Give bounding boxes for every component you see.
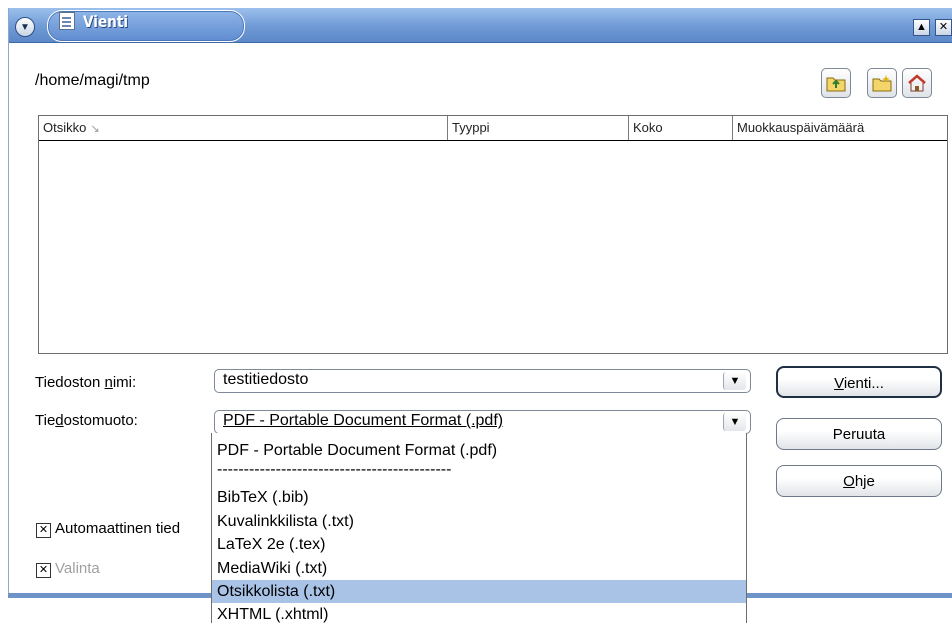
sort-indicator-icon: ↘	[90, 123, 100, 135]
format-option[interactable]: BibTeX (.bib)	[212, 486, 746, 509]
format-option[interactable]: Kuvalinkkilista (.txt)	[212, 510, 746, 533]
format-option[interactable]: LaTeX 2e (.tex)	[212, 533, 746, 556]
format-option[interactable]: PDF - Portable Document Format (.pdf)	[212, 439, 746, 462]
format-option-separator: ----------------------------------------…	[217, 463, 452, 478]
format-dropdown-arrow-icon[interactable]: ▼	[723, 413, 746, 431]
file-list[interactable]: Otsikko ↘ Tyyppi Koko Muokkauspäivämäärä	[38, 115, 948, 354]
export-label-rest: ienti...	[843, 375, 884, 392]
document-icon	[59, 12, 75, 30]
filename-dropdown-arrow-icon[interactable]: ▼	[723, 372, 746, 390]
selection-checkbox-label: Valinta	[55, 560, 100, 577]
format-label: Tiedostomuoto:	[35, 412, 138, 429]
folder-up-button[interactable]	[821, 68, 851, 98]
home-icon	[908, 74, 926, 92]
title-bar[interactable]: ▼ Vienti ▲ ✕	[9, 8, 952, 43]
export-button[interactable]: Vienti...	[776, 366, 942, 398]
format-label-mnemonic: d	[55, 412, 64, 429]
file-list-header: Otsikko ↘ Tyyppi Koko Muokkauspäivämäärä	[39, 116, 947, 141]
help-button[interactable]: Ohje	[776, 465, 942, 497]
auto-checkbox[interactable]: ✕	[36, 523, 51, 538]
window-title: Vienti	[83, 12, 129, 31]
filename-label-text: Tiedoston	[35, 374, 105, 391]
new-folder-icon	[872, 75, 892, 92]
format-select[interactable]: PDF - Portable Document Format (.pdf) ▼	[214, 410, 751, 434]
close-icon[interactable]: ✕	[935, 19, 952, 36]
column-title-label: Otsikko	[43, 120, 87, 135]
format-label-text: Tie	[35, 412, 56, 429]
column-header-title[interactable]: Otsikko ↘	[39, 116, 448, 140]
format-dropdown-list[interactable]: PDF - Portable Document Format (.pdf) --…	[211, 433, 747, 623]
filename-label: Tiedoston nimi:	[35, 374, 136, 391]
filename-value: testitiedosto	[223, 371, 309, 388]
format-value: PDF - Portable Document Format (.pdf)	[223, 412, 504, 429]
cancel-button[interactable]: Peruuta	[776, 418, 942, 450]
filename-input[interactable]: testitiedosto ▼	[214, 369, 751, 393]
format-option-selected[interactable]: Otsikkolista (.txt)	[212, 580, 746, 603]
column-header-modified[interactable]: Muokkauspäivämäärä	[733, 116, 947, 140]
selection-checkbox[interactable]: ✕	[36, 563, 51, 578]
format-label-rest: ostomuoto:	[63, 412, 138, 429]
filename-label-rest: imi:	[112, 374, 137, 391]
maximize-icon[interactable]: ▲	[913, 19, 930, 36]
window-menu-icon[interactable]: ▼	[15, 17, 35, 37]
column-header-size[interactable]: Koko	[629, 116, 733, 140]
filename-label-mnemonic: n	[104, 374, 113, 391]
help-label-mnemonic: O	[843, 473, 855, 490]
help-label-rest: hje	[854, 473, 875, 490]
format-option[interactable]: MediaWiki (.txt)	[212, 557, 746, 580]
folder-up-icon	[826, 77, 846, 92]
export-label-mnemonic: V	[834, 375, 844, 392]
auto-checkbox-label: Automaattinen tied	[55, 520, 181, 537]
current-path: /home/magi/tmp	[35, 72, 150, 89]
title-tab	[47, 10, 245, 42]
column-header-type[interactable]: Tyyppi	[448, 116, 629, 140]
new-folder-button[interactable]	[867, 68, 897, 98]
home-button[interactable]	[902, 68, 932, 98]
